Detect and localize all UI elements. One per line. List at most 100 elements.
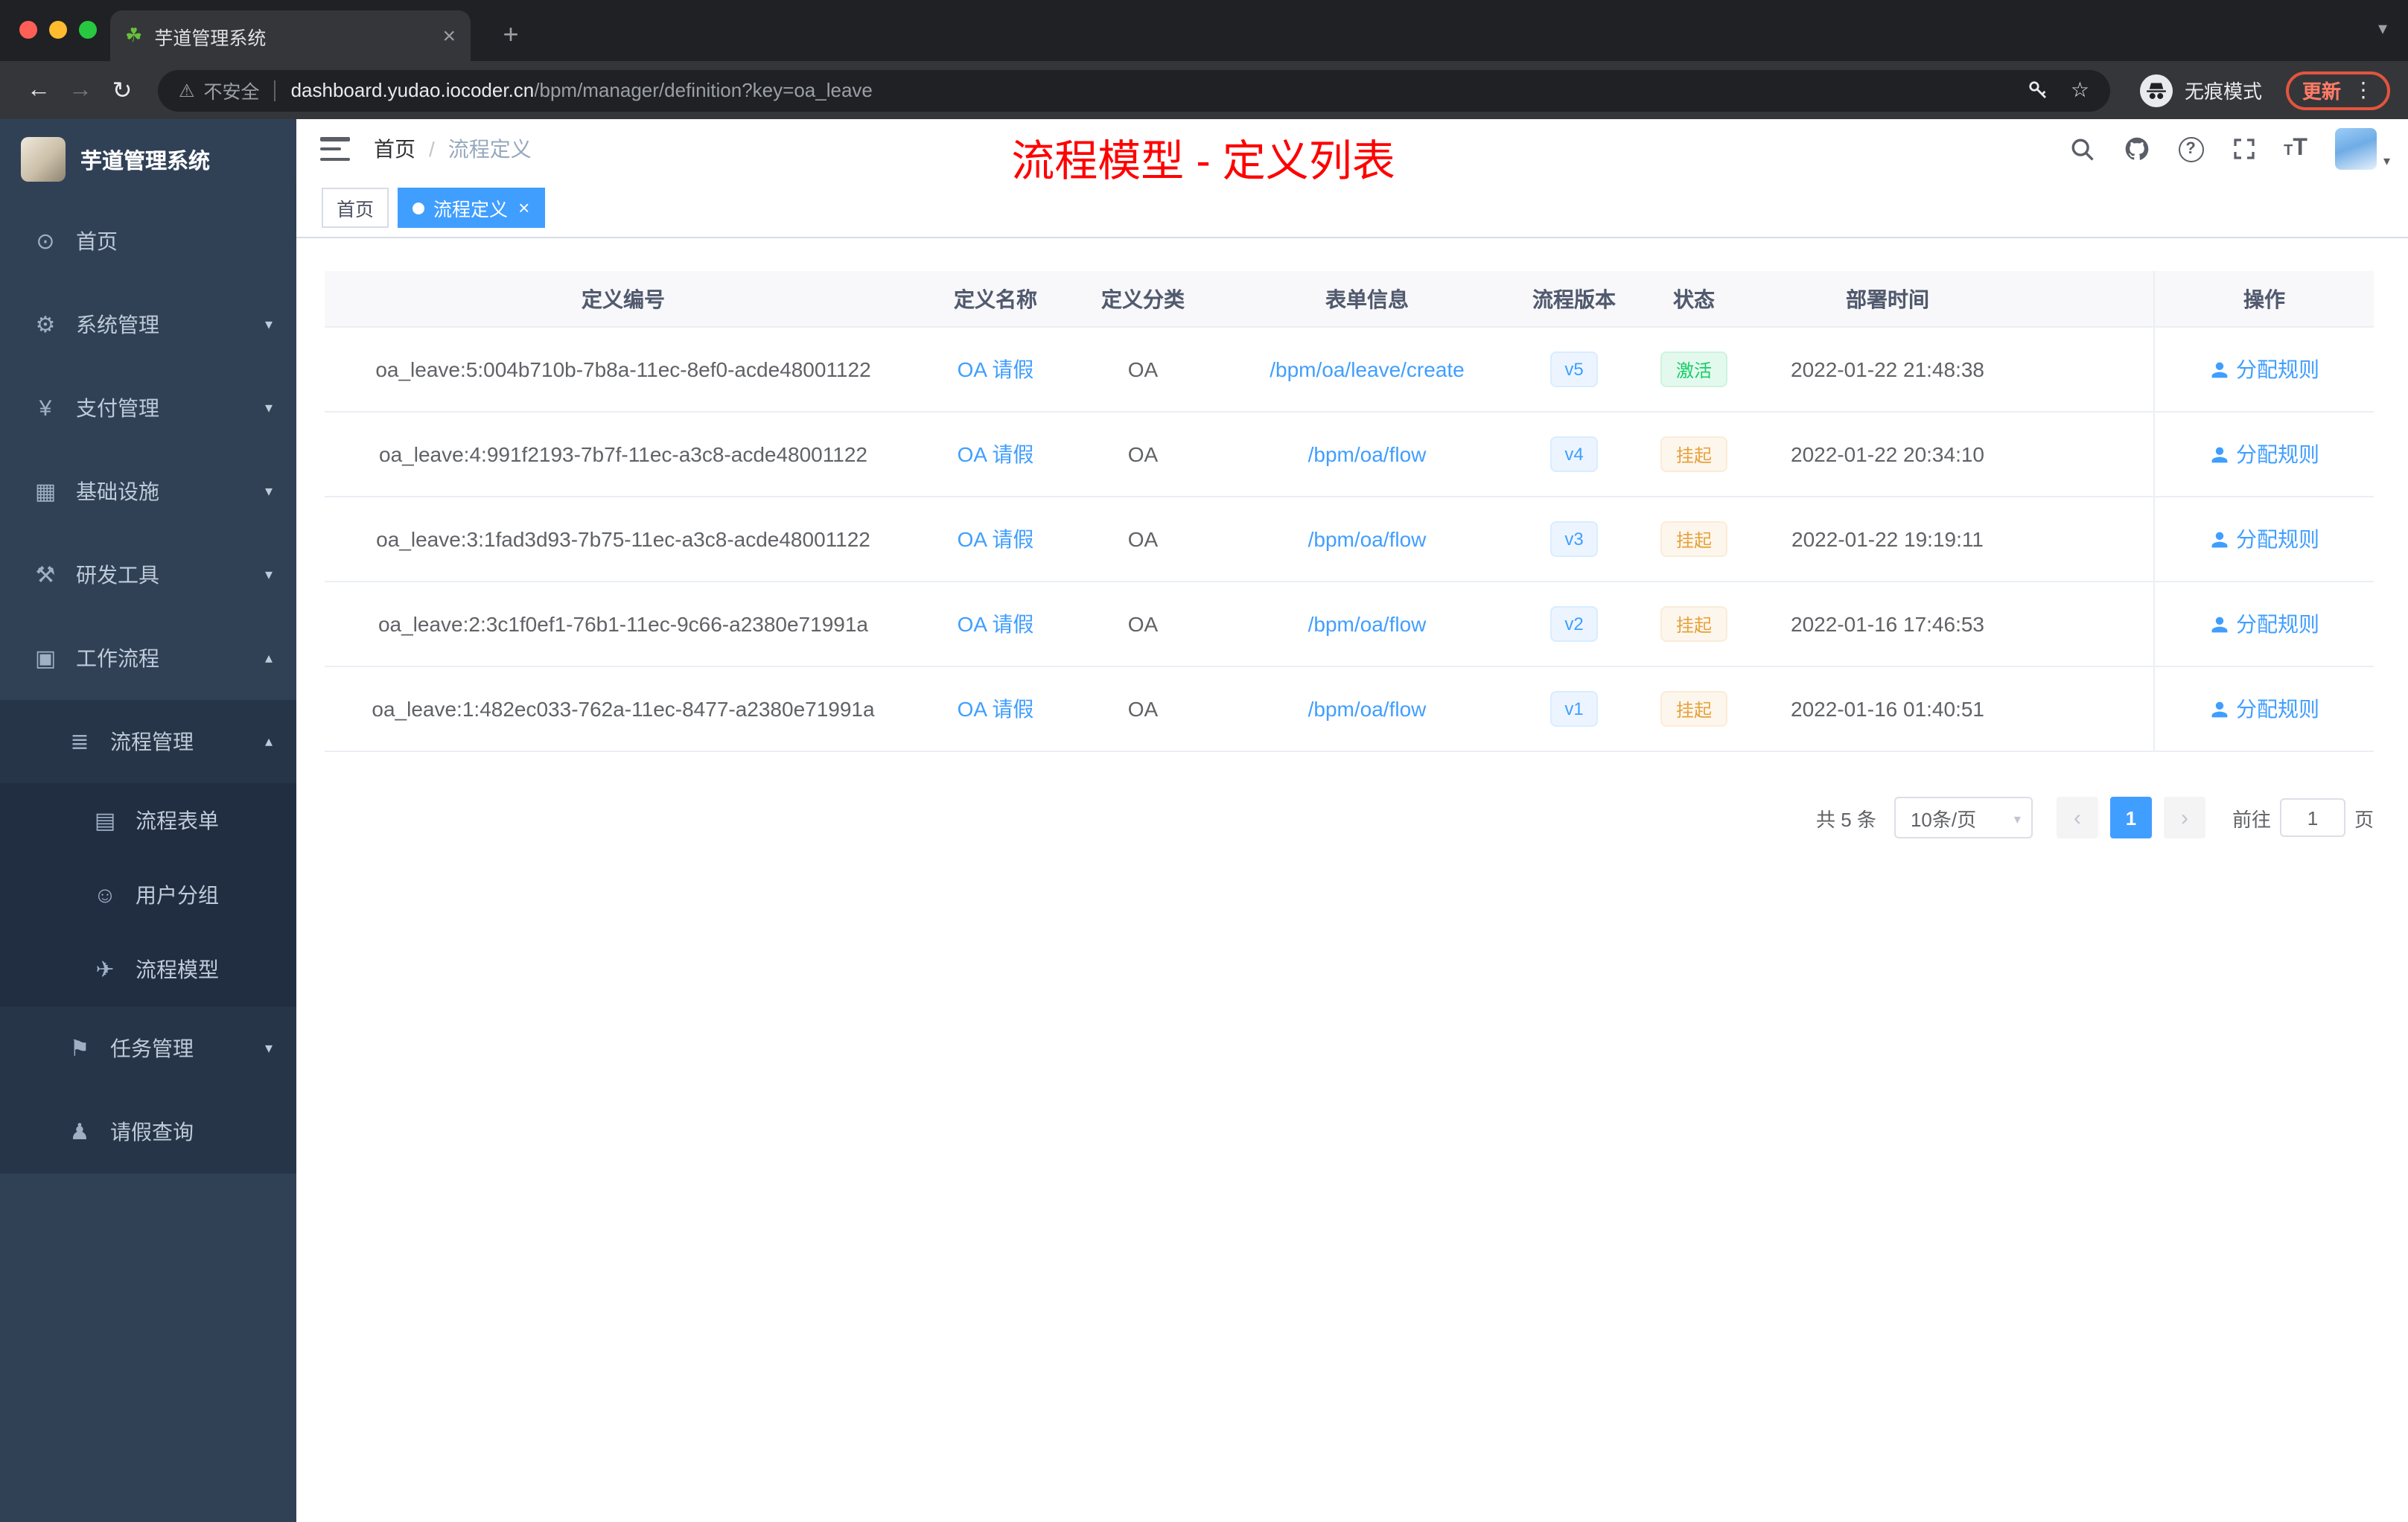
sidebar-item[interactable]: ⚙ 系统管理 ▾ <box>0 283 296 366</box>
url-separator <box>274 80 276 101</box>
sidebar-item-label: 任务管理 <box>110 1037 194 1060</box>
column-header-category: 定义分类 <box>1101 287 1185 311</box>
sidebar: 芋道管理系统 ⊙ 首页 ⚙ 系统管理 ▾ ¥ 支付管理 ▾ ▦ 基础设施 ▾ ⚒… <box>0 119 296 1522</box>
next-page-button[interactable]: › <box>2163 797 2205 838</box>
status-badge: 挂起 <box>1660 436 1727 472</box>
pagination: 共 5 条 10条/页 ▾ ‹ 1 › 前往 页 <box>325 797 2374 838</box>
bookmark-star-icon[interactable]: ☆ <box>2071 77 2089 103</box>
search-icon[interactable] <box>2069 136 2095 162</box>
definition-name-link[interactable]: OA 请假 <box>958 609 1034 639</box>
sidebar-item[interactable]: ⚑ 任务管理 ▾ <box>0 1007 296 1090</box>
form-info-link[interactable]: /bpm/oa/flow <box>1308 612 1427 636</box>
help-icon[interactable]: ? <box>2178 136 2204 162</box>
definition-name-link[interactable]: OA 请假 <box>958 694 1034 724</box>
tab-search-chevron-icon[interactable]: ▾ <box>2378 18 2387 39</box>
chevron-icon: ▾ <box>264 316 273 333</box>
address-bar[interactable]: ⚠ 不安全 dashboard.yudao.iocoder.cn /bpm/ma… <box>158 69 2110 111</box>
tag-current-label: 流程定义 <box>433 200 509 220</box>
status-badge: 挂起 <box>1660 606 1727 642</box>
breadcrumb-current: 流程定义 <box>447 137 532 161</box>
sidebar-item[interactable]: ¥ 支付管理 ▾ <box>0 366 296 450</box>
definition-name-link[interactable]: OA 请假 <box>958 354 1034 384</box>
sidebar-item[interactable]: ▦ 基础设施 ▾ <box>0 450 296 533</box>
not-secure-label[interactable]: 不安全 <box>204 76 260 104</box>
tag-close-icon[interactable]: × <box>518 198 529 217</box>
user-icon <box>2211 531 2227 547</box>
page-jump-input[interactable] <box>2279 798 2345 837</box>
user-menu[interactable]: ▾ <box>2335 128 2390 170</box>
workflow-icon: ▣ <box>34 646 57 672</box>
assign-rule-button[interactable]: 分配规则 <box>2209 609 2319 639</box>
column-header-version: 流程版本 <box>1532 287 1616 311</box>
page-size-value: 10条/页 <box>1910 808 1977 830</box>
browser-menu-kebab-icon[interactable]: ⋮ <box>2353 77 2374 103</box>
password-key-icon[interactable] <box>2028 79 2050 101</box>
back-icon[interactable]: ← <box>18 77 60 104</box>
form-info-link[interactable]: /bpm/oa/flow <box>1308 527 1427 551</box>
sidebar-item[interactable]: ☺ 用户分组 <box>0 858 296 932</box>
assign-rule-button[interactable]: 分配规则 <box>2209 354 2319 384</box>
sidebar-item[interactable]: ✈ 流程模型 <box>0 932 296 1007</box>
incognito-label: 无痕模式 <box>2184 80 2262 103</box>
app-logo[interactable]: 芋道管理系统 <box>0 119 296 188</box>
form-info-link[interactable]: /bpm/oa/flow <box>1308 697 1427 721</box>
reload-icon[interactable]: ↻ <box>101 75 143 105</box>
zoom-window-button[interactable] <box>79 21 97 39</box>
logo-avatar <box>21 137 66 182</box>
sidebar-item-label: 工作流程 <box>76 646 159 670</box>
page-number-current[interactable]: 1 <box>2109 797 2152 838</box>
goto-label: 前往 <box>2232 808 2271 830</box>
version-badge: v1 <box>1549 691 1599 727</box>
dev-tools-icon: ⚒ <box>35 563 56 588</box>
sidebar-item[interactable]: ⊙ 首页 <box>0 200 296 283</box>
cell-deploy-time: 2022-01-22 19:19:11 <box>1791 527 1984 551</box>
cell-deploy-time: 2022-01-16 01:40:51 <box>1791 697 1984 721</box>
sidebar-item[interactable]: ≣ 流程管理 ▴ <box>0 700 296 783</box>
chevron-icon: ▴ <box>264 650 273 666</box>
assign-rule-button[interactable]: 分配规则 <box>2209 524 2319 554</box>
close-window-button[interactable] <box>19 21 37 39</box>
tab-title: 芋道管理系统 <box>154 28 267 48</box>
browser-tab[interactable]: ☘ 芋道管理系统 × <box>110 10 471 61</box>
tag-home[interactable]: 首页 <box>322 188 389 228</box>
leave-query-icon: ♟ <box>69 1120 90 1145</box>
active-tag-dot <box>413 202 425 214</box>
chevron-icon: ▾ <box>264 1040 273 1057</box>
new-tab-button[interactable]: + <box>491 15 530 54</box>
form-info-link[interactable]: /bpm/oa/leave/create <box>1270 357 1465 381</box>
process-form-icon: ▤ <box>94 809 116 834</box>
breadcrumb-home[interactable]: 首页 <box>374 134 415 164</box>
github-icon[interactable] <box>2123 136 2150 162</box>
forward-icon[interactable]: → <box>60 77 101 104</box>
form-info-link[interactable]: /bpm/oa/flow <box>1308 442 1427 466</box>
sidebar-item[interactable]: ♟ 请假查询 <box>0 1090 296 1174</box>
tab-close-icon[interactable]: × <box>442 23 456 48</box>
column-header-actions: 操作 <box>2153 271 2374 326</box>
definition-name-link[interactable]: OA 请假 <box>958 439 1034 469</box>
user-avatar[interactable] <box>2335 128 2377 170</box>
hamburger-icon[interactable] <box>320 137 350 161</box>
cell-definition-id: oa_leave:4:991f2193-7b7f-11ec-a3c8-acde4… <box>379 442 867 466</box>
browser-update-button[interactable]: 更新 ⋮ <box>2285 71 2390 109</box>
tag-current[interactable]: 流程定义 × <box>398 188 545 228</box>
url-domain: dashboard.yudao.iocoder.cn <box>290 79 535 101</box>
cell-category: OA <box>1127 697 1159 721</box>
payment-manage-icon: ¥ <box>39 395 52 421</box>
sidebar-item-label: 流程管理 <box>110 730 194 754</box>
sidebar-item[interactable]: ▣ 工作流程 ▴ <box>0 617 296 700</box>
sidebar-item-label: 首页 <box>76 229 118 253</box>
sidebar-item[interactable]: ⚒ 研发工具 ▾ <box>0 533 296 617</box>
page-size-select[interactable]: 10条/页 ▾ <box>1893 797 2033 838</box>
minimize-window-button[interactable] <box>49 21 67 39</box>
font-size-icon[interactable]: TT <box>2284 136 2307 161</box>
page-suffix-label: 页 <box>2354 808 2374 830</box>
assign-rule-button[interactable]: 分配规则 <box>2209 439 2319 469</box>
sidebar-item-label: 请假查询 <box>110 1120 194 1144</box>
prev-page-button[interactable]: ‹ <box>2056 797 2098 838</box>
sidebar-item[interactable]: ▤ 流程表单 <box>0 783 296 858</box>
tab-favicon-icon: ☘ <box>125 24 143 46</box>
incognito-indicator: 无痕模式 <box>2139 74 2262 106</box>
definition-name-link[interactable]: OA 请假 <box>958 524 1034 554</box>
fullscreen-icon[interactable] <box>2232 137 2255 161</box>
assign-rule-button[interactable]: 分配规则 <box>2209 694 2319 724</box>
